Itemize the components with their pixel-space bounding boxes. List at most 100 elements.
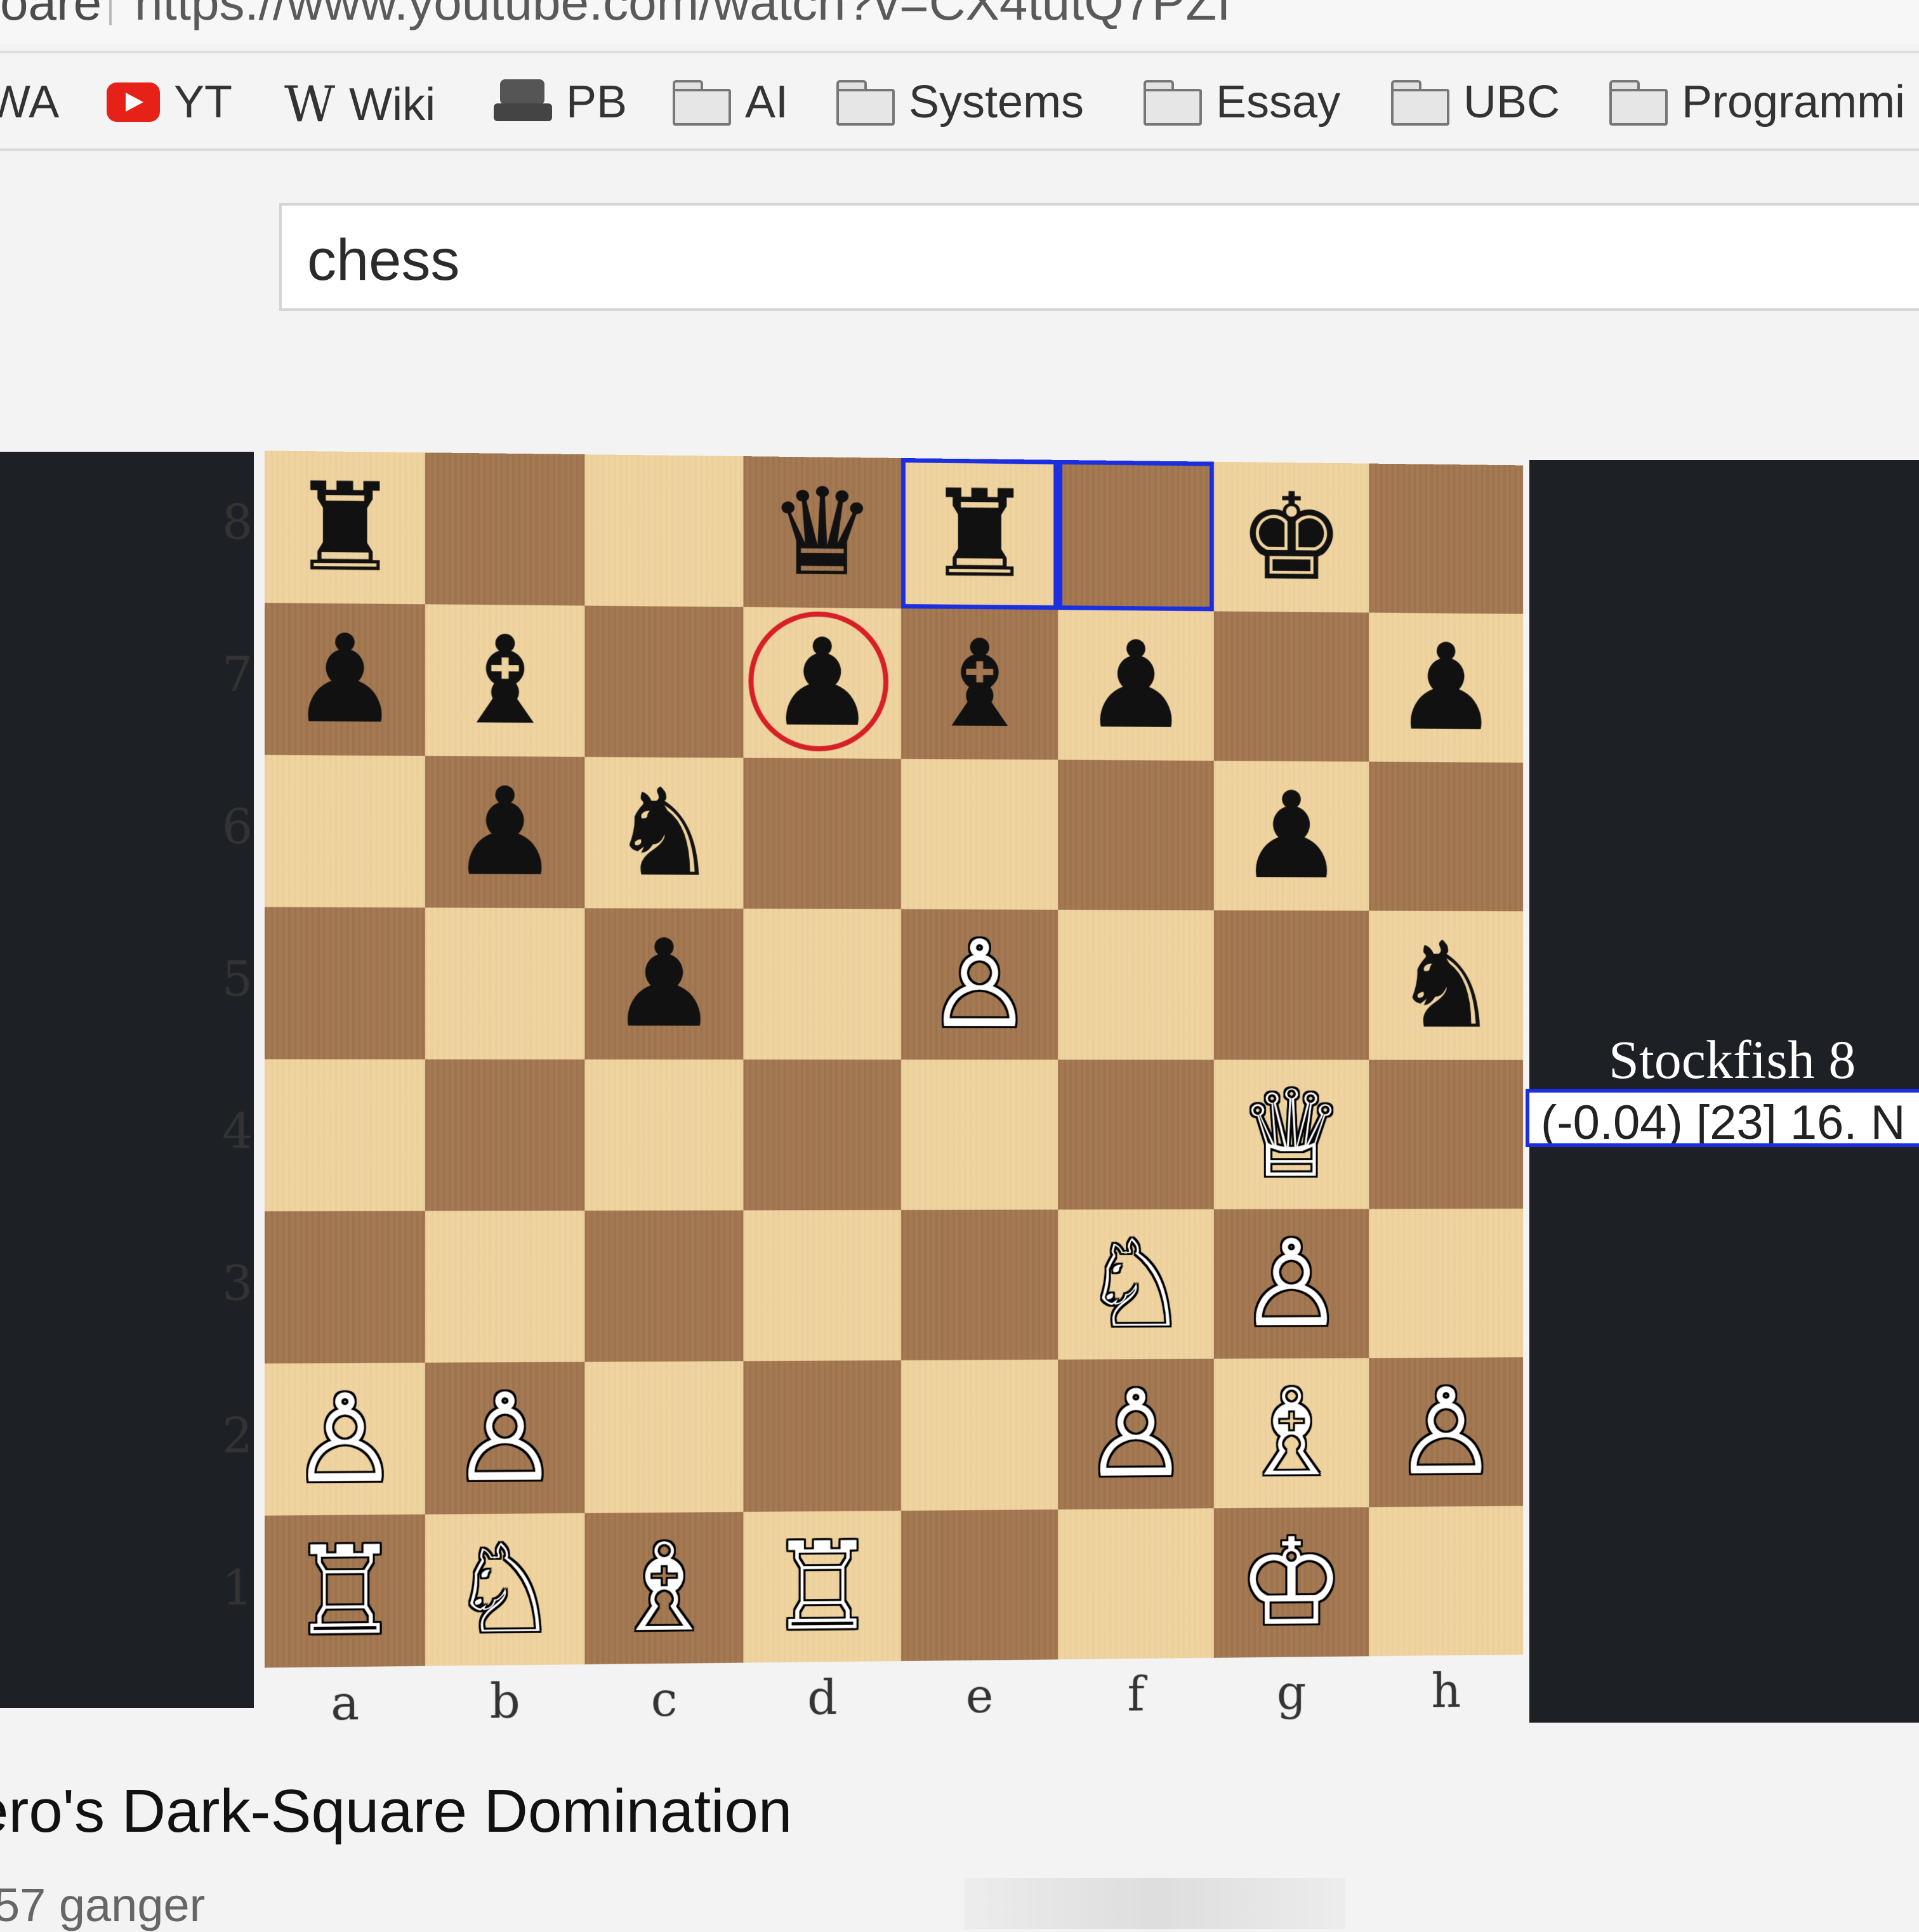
white-piece-a2[interactable]: ♙ bbox=[265, 1363, 425, 1516]
square-a5[interactable] bbox=[265, 907, 425, 1060]
square-h3[interactable] bbox=[1369, 1209, 1523, 1358]
square-h7[interactable]: ♟ bbox=[1369, 613, 1523, 763]
square-a7[interactable]: ♟ bbox=[265, 603, 425, 756]
square-f4[interactable] bbox=[1058, 1060, 1214, 1209]
white-piece-g2[interactable]: ♗ bbox=[1214, 1358, 1369, 1508]
url-text[interactable]: https://www.youtube.com/watch?v=CX4tutQ7… bbox=[135, 0, 1230, 32]
white-piece-a1[interactable]: ♖ bbox=[265, 1515, 425, 1668]
square-b6[interactable]: ♟ bbox=[425, 756, 584, 908]
square-f3[interactable]: ♘ bbox=[1058, 1209, 1214, 1360]
white-piece-f3[interactable]: ♘ bbox=[1058, 1209, 1214, 1360]
square-c7[interactable] bbox=[584, 606, 743, 758]
black-piece-h7[interactable]: ♟ bbox=[1369, 613, 1523, 763]
white-piece-g4[interactable]: ♕ bbox=[1214, 1060, 1369, 1209]
square-e2[interactable] bbox=[901, 1360, 1058, 1511]
square-e1[interactable] bbox=[901, 1509, 1058, 1661]
square-b5[interactable] bbox=[425, 907, 584, 1059]
square-c6[interactable]: ♞ bbox=[584, 757, 743, 909]
white-piece-b1[interactable]: ♘ bbox=[425, 1513, 584, 1666]
square-b4[interactable] bbox=[425, 1060, 584, 1211]
square-a1[interactable]: ♖ bbox=[265, 1515, 425, 1668]
square-d3[interactable] bbox=[743, 1210, 901, 1361]
video-title[interactable]: ero's Dark-Square Domination bbox=[0, 1777, 792, 1846]
white-piece-h2[interactable]: ♙ bbox=[1369, 1357, 1523, 1507]
square-b2[interactable]: ♙ bbox=[425, 1362, 584, 1514]
bookmark-programming[interactable]: Programmi bbox=[1609, 76, 1905, 128]
square-a2[interactable]: ♙ bbox=[265, 1363, 425, 1516]
square-f8[interactable] bbox=[1058, 460, 1214, 612]
black-piece-b6[interactable]: ♟ bbox=[425, 756, 584, 908]
square-e3[interactable] bbox=[901, 1209, 1058, 1360]
square-c8[interactable] bbox=[584, 454, 743, 607]
square-d6[interactable] bbox=[743, 758, 901, 909]
white-piece-b2[interactable]: ♙ bbox=[425, 1362, 584, 1514]
square-e8[interactable]: ♜ bbox=[901, 458, 1058, 610]
square-d4[interactable] bbox=[743, 1060, 901, 1211]
bookmark-wa[interactable]: WA bbox=[0, 76, 59, 128]
black-piece-g6[interactable]: ♟ bbox=[1214, 761, 1369, 910]
square-f2[interactable]: ♙ bbox=[1058, 1359, 1214, 1510]
square-g7[interactable] bbox=[1214, 611, 1369, 761]
square-h4[interactable] bbox=[1369, 1060, 1523, 1209]
black-piece-b7[interactable]: ♝ bbox=[425, 604, 584, 757]
bookmark-wiki[interactable]: W Wiki bbox=[284, 76, 435, 133]
square-c1[interactable]: ♗ bbox=[584, 1512, 743, 1664]
square-g8[interactable]: ♚ bbox=[1214, 462, 1369, 613]
black-piece-f7[interactable]: ♟ bbox=[1058, 610, 1214, 761]
square-c4[interactable] bbox=[584, 1060, 743, 1211]
bookmark-yt[interactable]: YT bbox=[107, 76, 232, 128]
square-b8[interactable] bbox=[425, 452, 584, 605]
square-f5[interactable] bbox=[1058, 910, 1214, 1060]
square-e5[interactable]: ♙ bbox=[901, 909, 1058, 1060]
square-e6[interactable] bbox=[901, 759, 1058, 910]
white-piece-f2[interactable]: ♙ bbox=[1058, 1359, 1214, 1510]
square-a8[interactable]: ♜ bbox=[265, 450, 425, 604]
black-piece-e7[interactable]: ♝ bbox=[901, 608, 1058, 760]
square-a4[interactable] bbox=[265, 1059, 425, 1211]
black-piece-c6[interactable]: ♞ bbox=[584, 757, 743, 909]
square-e7[interactable]: ♝ bbox=[901, 608, 1058, 760]
chess-board[interactable]: ♜ ♛ ♜ ♚ ♟ ♝ ♟ ♝ ♟ ♟ ♟ ♞ ♟ ♟ ♙ ♞ ♕ ♘ ♙ ♙ ♙ ♙ ♗ ♙ ♖ ♘ ♗ ♖ ♔ bbox=[265, 450, 1524, 1670]
square-h6[interactable] bbox=[1369, 762, 1523, 912]
square-f6[interactable] bbox=[1058, 760, 1214, 910]
square-e4[interactable] bbox=[901, 1060, 1058, 1210]
address-bar[interactable]: oare https://www.youtube.com/watch?v=CX4… bbox=[0, 0, 1919, 44]
white-piece-g1[interactable]: ♔ bbox=[1214, 1507, 1369, 1658]
black-piece-h5[interactable]: ♞ bbox=[1369, 910, 1523, 1060]
square-h2[interactable]: ♙ bbox=[1369, 1357, 1523, 1507]
square-c2[interactable] bbox=[584, 1361, 743, 1513]
square-d5[interactable] bbox=[743, 909, 901, 1060]
square-g3[interactable]: ♙ bbox=[1214, 1209, 1369, 1358]
square-h5[interactable]: ♞ bbox=[1369, 910, 1523, 1060]
square-d7[interactable]: ♟ bbox=[743, 607, 901, 759]
square-h8[interactable] bbox=[1369, 464, 1523, 614]
white-piece-g3[interactable]: ♙ bbox=[1214, 1209, 1369, 1358]
black-piece-e8[interactable]: ♜ bbox=[901, 458, 1058, 610]
square-a6[interactable] bbox=[265, 755, 425, 908]
square-a3[interactable] bbox=[265, 1211, 425, 1364]
search-input[interactable]: chess bbox=[279, 203, 1919, 311]
square-d2[interactable] bbox=[743, 1360, 901, 1512]
square-b1[interactable]: ♘ bbox=[425, 1513, 584, 1666]
black-piece-g8[interactable]: ♚ bbox=[1214, 462, 1369, 613]
square-b3[interactable] bbox=[425, 1211, 584, 1363]
black-piece-c5[interactable]: ♟ bbox=[584, 908, 743, 1060]
square-c5[interactable]: ♟ bbox=[584, 908, 743, 1060]
square-g2[interactable]: ♗ bbox=[1214, 1358, 1369, 1508]
square-g1[interactable]: ♔ bbox=[1214, 1507, 1369, 1658]
square-d8[interactable]: ♛ bbox=[743, 456, 901, 608]
square-c3[interactable] bbox=[584, 1211, 743, 1362]
square-d1[interactable]: ♖ bbox=[743, 1511, 901, 1663]
chess-board-area[interactable]: ♜ ♛ ♜ ♚ ♟ ♝ ♟ ♝ ♟ ♟ ♟ ♞ ♟ ♟ ♙ ♞ ♕ ♘ ♙ ♙ ♙ ♙ ♗ ♙ ♖ ♘ ♗ ♖ ♔ 87654321 a… bbox=[265, 450, 1524, 1734]
bookmark-pb[interactable]: PB bbox=[494, 76, 627, 128]
bookmark-essay[interactable]: Essay bbox=[1144, 76, 1340, 128]
bookmark-ubc[interactable]: UBC bbox=[1391, 76, 1560, 128]
bookmark-systems[interactable]: Systems bbox=[836, 76, 1084, 128]
bookmark-ai[interactable]: AI bbox=[673, 76, 788, 128]
square-h1[interactable] bbox=[1369, 1506, 1523, 1656]
square-g6[interactable]: ♟ bbox=[1214, 761, 1369, 910]
white-piece-d1[interactable]: ♖ bbox=[743, 1511, 901, 1663]
square-g5[interactable] bbox=[1214, 910, 1369, 1060]
black-piece-a8[interactable]: ♜ bbox=[265, 450, 425, 604]
black-piece-d8[interactable]: ♛ bbox=[743, 456, 901, 608]
